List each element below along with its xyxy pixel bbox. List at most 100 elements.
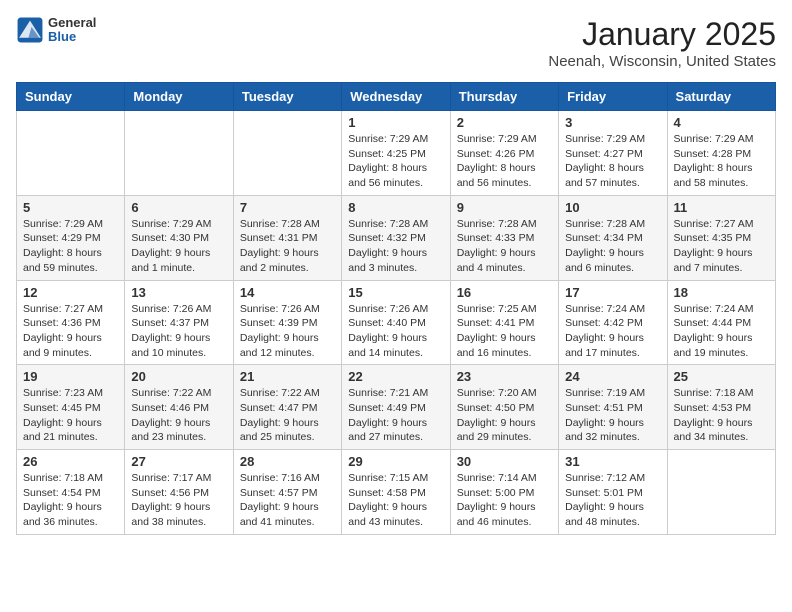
day-info: Sunrise: 7:21 AM Sunset: 4:49 PM Dayligh…	[348, 386, 443, 445]
calendar-cell: 9 Sunrise: 7:28 AM Sunset: 4:33 PM Daylig…	[450, 195, 558, 280]
day-info: Sunrise: 7:26 AM Sunset: 4:40 PM Dayligh…	[348, 302, 443, 361]
day-info: Sunrise: 7:28 AM Sunset: 4:34 PM Dayligh…	[565, 217, 660, 276]
day-info: Sunrise: 7:12 AM Sunset: 5:01 PM Dayligh…	[565, 471, 660, 530]
logo: General Blue	[16, 16, 96, 45]
day-number: 30	[457, 454, 552, 469]
calendar-cell	[125, 111, 233, 196]
page-header: General Blue January 2025 Neenah, Wiscon…	[16, 16, 776, 70]
day-header-friday: Friday	[559, 83, 667, 111]
day-number: 31	[565, 454, 660, 469]
calendar-cell: 2 Sunrise: 7:29 AM Sunset: 4:26 PM Daylig…	[450, 111, 558, 196]
calendar-cell: 24Sunrise: 7:19 AM Sunset: 4:51 PM Dayli…	[559, 365, 667, 450]
title-block: January 2025 Neenah, Wisconsin, United S…	[548, 16, 776, 70]
day-number: 21	[240, 369, 335, 384]
day-number: 25	[674, 369, 769, 384]
calendar-cell: 31 Sunrise: 7:12 AM Sunset: 5:01 PM Dayli…	[559, 450, 667, 535]
day-number: 2	[457, 115, 552, 130]
day-number: 28	[240, 454, 335, 469]
day-number: 13	[131, 285, 226, 300]
day-info: Sunrise: 7:29 AM Sunset: 4:27 PM Dayligh…	[565, 132, 660, 191]
day-number: 26	[23, 454, 118, 469]
day-number: 12	[23, 285, 118, 300]
day-info: Sunrise: 7:16 AM Sunset: 4:57 PM Dayligh…	[240, 471, 335, 530]
day-number: 15	[348, 285, 443, 300]
month-title: January 2025	[548, 16, 776, 53]
location-text: Neenah, Wisconsin, United States	[548, 53, 776, 70]
day-info: Sunrise: 7:18 AM Sunset: 4:54 PM Dayligh…	[23, 471, 118, 530]
calendar-cell: 15 Sunrise: 7:26 AM Sunset: 4:40 PM Dayli…	[342, 280, 450, 365]
logo-general-text: General	[48, 16, 96, 30]
day-header-thursday: Thursday	[450, 83, 558, 111]
day-number: 16	[457, 285, 552, 300]
calendar-cell	[667, 450, 775, 535]
day-number: 7	[240, 200, 335, 215]
calendar-cell: 7 Sunrise: 7:28 AM Sunset: 4:31 PM Daylig…	[233, 195, 341, 280]
day-header-wednesday: Wednesday	[342, 83, 450, 111]
calendar-cell: 30 Sunrise: 7:14 AM Sunset: 5:00 PM Dayli…	[450, 450, 558, 535]
calendar-cell	[233, 111, 341, 196]
day-number: 19	[23, 369, 118, 384]
calendar-cell: 29 Sunrise: 7:15 AM Sunset: 4:58 PM Dayli…	[342, 450, 450, 535]
day-number: 17	[565, 285, 660, 300]
day-info: Sunrise: 7:28 AM Sunset: 4:33 PM Dayligh…	[457, 217, 552, 276]
day-number: 18	[674, 285, 769, 300]
calendar-cell: 21 Sunrise: 7:22 AM Sunset: 4:47 PM Dayli…	[233, 365, 341, 450]
day-number: 10	[565, 200, 660, 215]
day-info: Sunrise: 7:27 AM Sunset: 4:36 PM Dayligh…	[23, 302, 118, 361]
day-number: 4	[674, 115, 769, 130]
day-header-saturday: Saturday	[667, 83, 775, 111]
day-number: 8	[348, 200, 443, 215]
day-number: 24	[565, 369, 660, 384]
day-info: Sunrise: 7:28 AM Sunset: 4:31 PM Dayligh…	[240, 217, 335, 276]
day-number: 3	[565, 115, 660, 130]
day-info: Sunrise: 7:28 AM Sunset: 4:32 PM Dayligh…	[348, 217, 443, 276]
calendar-cell: 22 Sunrise: 7:21 AM Sunset: 4:49 PM Dayli…	[342, 365, 450, 450]
day-number: 6	[131, 200, 226, 215]
day-number: 14	[240, 285, 335, 300]
day-info: Sunrise: 7:26 AM Sunset: 4:37 PM Dayligh…	[131, 302, 226, 361]
calendar-week-row: 26 Sunrise: 7:18 AM Sunset: 4:54 PM Dayli…	[17, 450, 776, 535]
calendar-cell: 16 Sunrise: 7:25 AM Sunset: 4:41 PM Dayli…	[450, 280, 558, 365]
calendar-week-row: 1Sunrise: 7:29 AM Sunset: 4:25 PM Daylig…	[17, 111, 776, 196]
day-info: Sunrise: 7:14 AM Sunset: 5:00 PM Dayligh…	[457, 471, 552, 530]
calendar-week-row: 5Sunrise: 7:29 AM Sunset: 4:29 PM Daylig…	[17, 195, 776, 280]
day-number: 23	[457, 369, 552, 384]
calendar-cell: 14 Sunrise: 7:26 AM Sunset: 4:39 PM Dayli…	[233, 280, 341, 365]
day-info: Sunrise: 7:22 AM Sunset: 4:46 PM Dayligh…	[131, 386, 226, 445]
day-number: 29	[348, 454, 443, 469]
day-info: Sunrise: 7:24 AM Sunset: 4:44 PM Dayligh…	[674, 302, 769, 361]
day-info: Sunrise: 7:29 AM Sunset: 4:30 PM Dayligh…	[131, 217, 226, 276]
day-info: Sunrise: 7:27 AM Sunset: 4:35 PM Dayligh…	[674, 217, 769, 276]
day-number: 20	[131, 369, 226, 384]
calendar-cell: 4 Sunrise: 7:29 AM Sunset: 4:28 PM Daylig…	[667, 111, 775, 196]
calendar-cell: 10 Sunrise: 7:28 AM Sunset: 4:34 PM Dayli…	[559, 195, 667, 280]
day-info: Sunrise: 7:15 AM Sunset: 4:58 PM Dayligh…	[348, 471, 443, 530]
day-number: 22	[348, 369, 443, 384]
day-info: Sunrise: 7:22 AM Sunset: 4:47 PM Dayligh…	[240, 386, 335, 445]
day-info: Sunrise: 7:25 AM Sunset: 4:41 PM Dayligh…	[457, 302, 552, 361]
day-info: Sunrise: 7:29 AM Sunset: 4:28 PM Dayligh…	[674, 132, 769, 191]
calendar-cell: 11Sunrise: 7:27 AM Sunset: 4:35 PM Dayli…	[667, 195, 775, 280]
calendar-table: SundayMondayTuesdayWednesdayThursdayFrid…	[16, 82, 776, 535]
logo-blue-text: Blue	[48, 30, 96, 44]
calendar-cell: 20 Sunrise: 7:22 AM Sunset: 4:46 PM Dayli…	[125, 365, 233, 450]
calendar-cell: 12 Sunrise: 7:27 AM Sunset: 4:36 PM Dayli…	[17, 280, 125, 365]
day-header-tuesday: Tuesday	[233, 83, 341, 111]
day-info: Sunrise: 7:29 AM Sunset: 4:26 PM Dayligh…	[457, 132, 552, 191]
calendar-header-row: SundayMondayTuesdayWednesdayThursdayFrid…	[17, 83, 776, 111]
day-number: 9	[457, 200, 552, 215]
day-info: Sunrise: 7:17 AM Sunset: 4:56 PM Dayligh…	[131, 471, 226, 530]
calendar-cell: 26 Sunrise: 7:18 AM Sunset: 4:54 PM Dayli…	[17, 450, 125, 535]
calendar-cell: 18 Sunrise: 7:24 AM Sunset: 4:44 PM Dayli…	[667, 280, 775, 365]
day-header-monday: Monday	[125, 83, 233, 111]
calendar-cell: 13 Sunrise: 7:26 AM Sunset: 4:37 PM Dayli…	[125, 280, 233, 365]
day-info: Sunrise: 7:18 AM Sunset: 4:53 PM Dayligh…	[674, 386, 769, 445]
calendar-cell: 25 Sunrise: 7:18 AM Sunset: 4:53 PM Dayli…	[667, 365, 775, 450]
day-info: Sunrise: 7:26 AM Sunset: 4:39 PM Dayligh…	[240, 302, 335, 361]
calendar-cell: 1Sunrise: 7:29 AM Sunset: 4:25 PM Daylig…	[342, 111, 450, 196]
calendar-cell: 23Sunrise: 7:20 AM Sunset: 4:50 PM Dayli…	[450, 365, 558, 450]
day-number: 27	[131, 454, 226, 469]
calendar-cell: 27 Sunrise: 7:17 AM Sunset: 4:56 PM Dayli…	[125, 450, 233, 535]
calendar-cell	[17, 111, 125, 196]
calendar-cell: 17Sunrise: 7:24 AM Sunset: 4:42 PM Dayli…	[559, 280, 667, 365]
